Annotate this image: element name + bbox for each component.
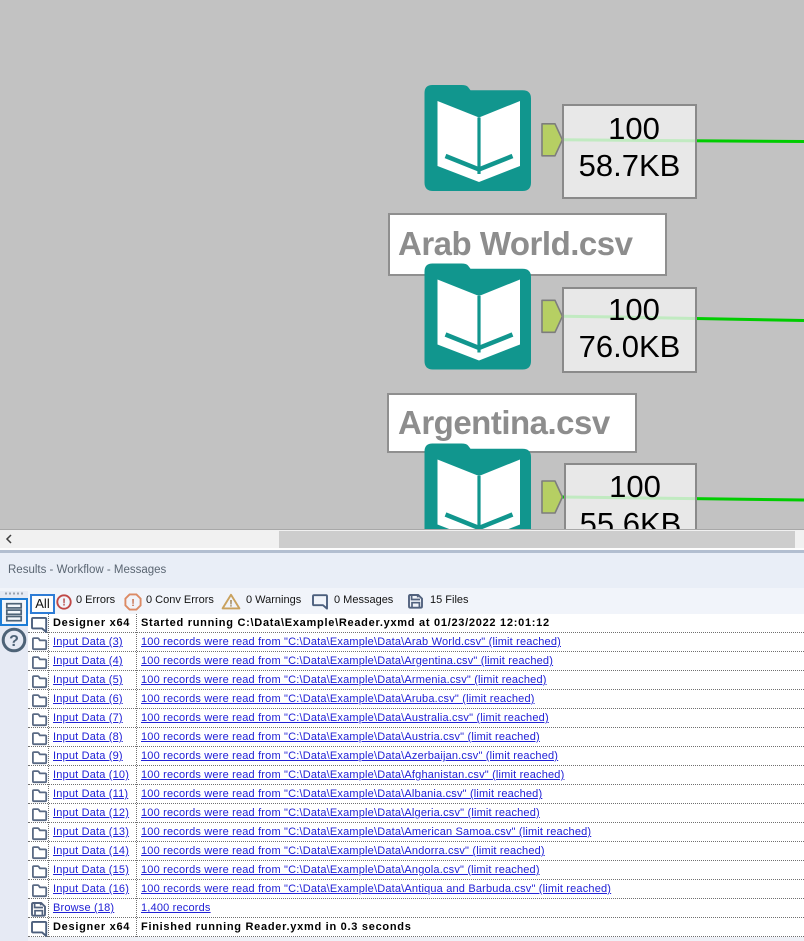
svg-text:!: ! [131,598,134,609]
svg-text:!: ! [62,598,65,609]
svg-text:!: ! [230,599,233,609]
svg-text:?: ? [9,633,19,650]
